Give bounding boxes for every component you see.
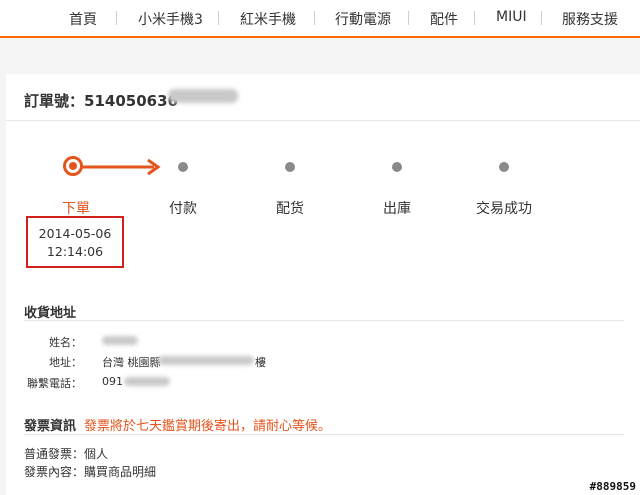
- phone-value: 091: [102, 375, 123, 388]
- invoice-section-divider: [24, 434, 624, 435]
- step-dot-payment: [178, 162, 188, 172]
- order-number: 訂單號：514050636: [24, 90, 178, 111]
- order-timestamp-box: 2014-05-06 12:14:06: [26, 216, 124, 268]
- order-number-label: 訂單號：: [24, 92, 85, 110]
- nav-separator: [541, 11, 542, 25]
- header-divider: [6, 120, 640, 121]
- top-nav: 首頁 小米手機3 紅米手機 行動電源 配件 MIUI 服務支援: [0, 0, 640, 38]
- nav-separator: [314, 11, 315, 25]
- order-number-value: 514050636: [84, 92, 178, 110]
- redacted-order-digits: [168, 89, 238, 103]
- order-date: 2014-05-06: [38, 226, 112, 241]
- step-dot-ship: [392, 162, 402, 172]
- nav-accent-line: [0, 36, 640, 38]
- nav-separator: [408, 11, 409, 25]
- progress-arrow-icon: [82, 158, 161, 176]
- invoice-section-title: 發票資訊 發票將於七天鑑賞期後寄出，請耐心等候。: [24, 415, 331, 434]
- order-card: 訂單號：514050636 下單 付款 配货 出庫 交易成功 2014-05-0…: [6, 74, 640, 495]
- invoice-content: 發票內容：購買商品明細: [24, 465, 157, 479]
- nav-separator: [218, 11, 219, 25]
- step-label-allocate: 配货: [276, 201, 304, 217]
- address-tail: 樓: [255, 356, 266, 369]
- address-label: 地址：: [49, 356, 82, 369]
- redacted-address: [158, 356, 254, 365]
- redacted-phone: [124, 377, 170, 386]
- nav-item-home[interactable]: 首頁: [69, 9, 97, 29]
- phone-label: 聯繫電話：: [27, 377, 82, 390]
- redacted-name: [102, 336, 138, 345]
- nav-item-support[interactable]: 服務支援: [562, 9, 618, 29]
- invoice-type: 普通發票：個人: [24, 447, 109, 461]
- nav-separator: [116, 11, 117, 25]
- nav-item-redmi[interactable]: 紅米手機: [240, 9, 296, 29]
- step-label-order: 下單: [62, 201, 90, 217]
- step-label-payment: 付款: [169, 201, 197, 217]
- step-current-marker: [63, 156, 83, 176]
- invoice-title: 發票資訊: [24, 419, 77, 434]
- step-dot-complete: [499, 162, 509, 172]
- step-dot-allocate: [285, 162, 295, 172]
- address-section-divider: [24, 320, 624, 321]
- nav-item-miui[interactable]: MIUI: [496, 9, 527, 25]
- nav-separator: [474, 11, 475, 25]
- nav-item-accessories[interactable]: 配件: [430, 9, 458, 29]
- watermark-text: #889859: [589, 480, 636, 493]
- nav-item-powerbank[interactable]: 行動電源: [335, 9, 391, 29]
- order-time: 12:14:06: [46, 244, 104, 259]
- address-section-title: 收貨地址: [24, 306, 77, 321]
- name-label: 姓名：: [49, 336, 82, 349]
- step-label-complete: 交易成功: [476, 201, 532, 217]
- address-value: 台灣 桃園縣: [102, 356, 161, 369]
- step-label-ship: 出庫: [383, 201, 411, 217]
- invoice-notice: 發票將於七天鑑賞期後寄出，請耐心等候。: [84, 419, 332, 434]
- nav-item-mi3[interactable]: 小米手機3: [138, 9, 203, 29]
